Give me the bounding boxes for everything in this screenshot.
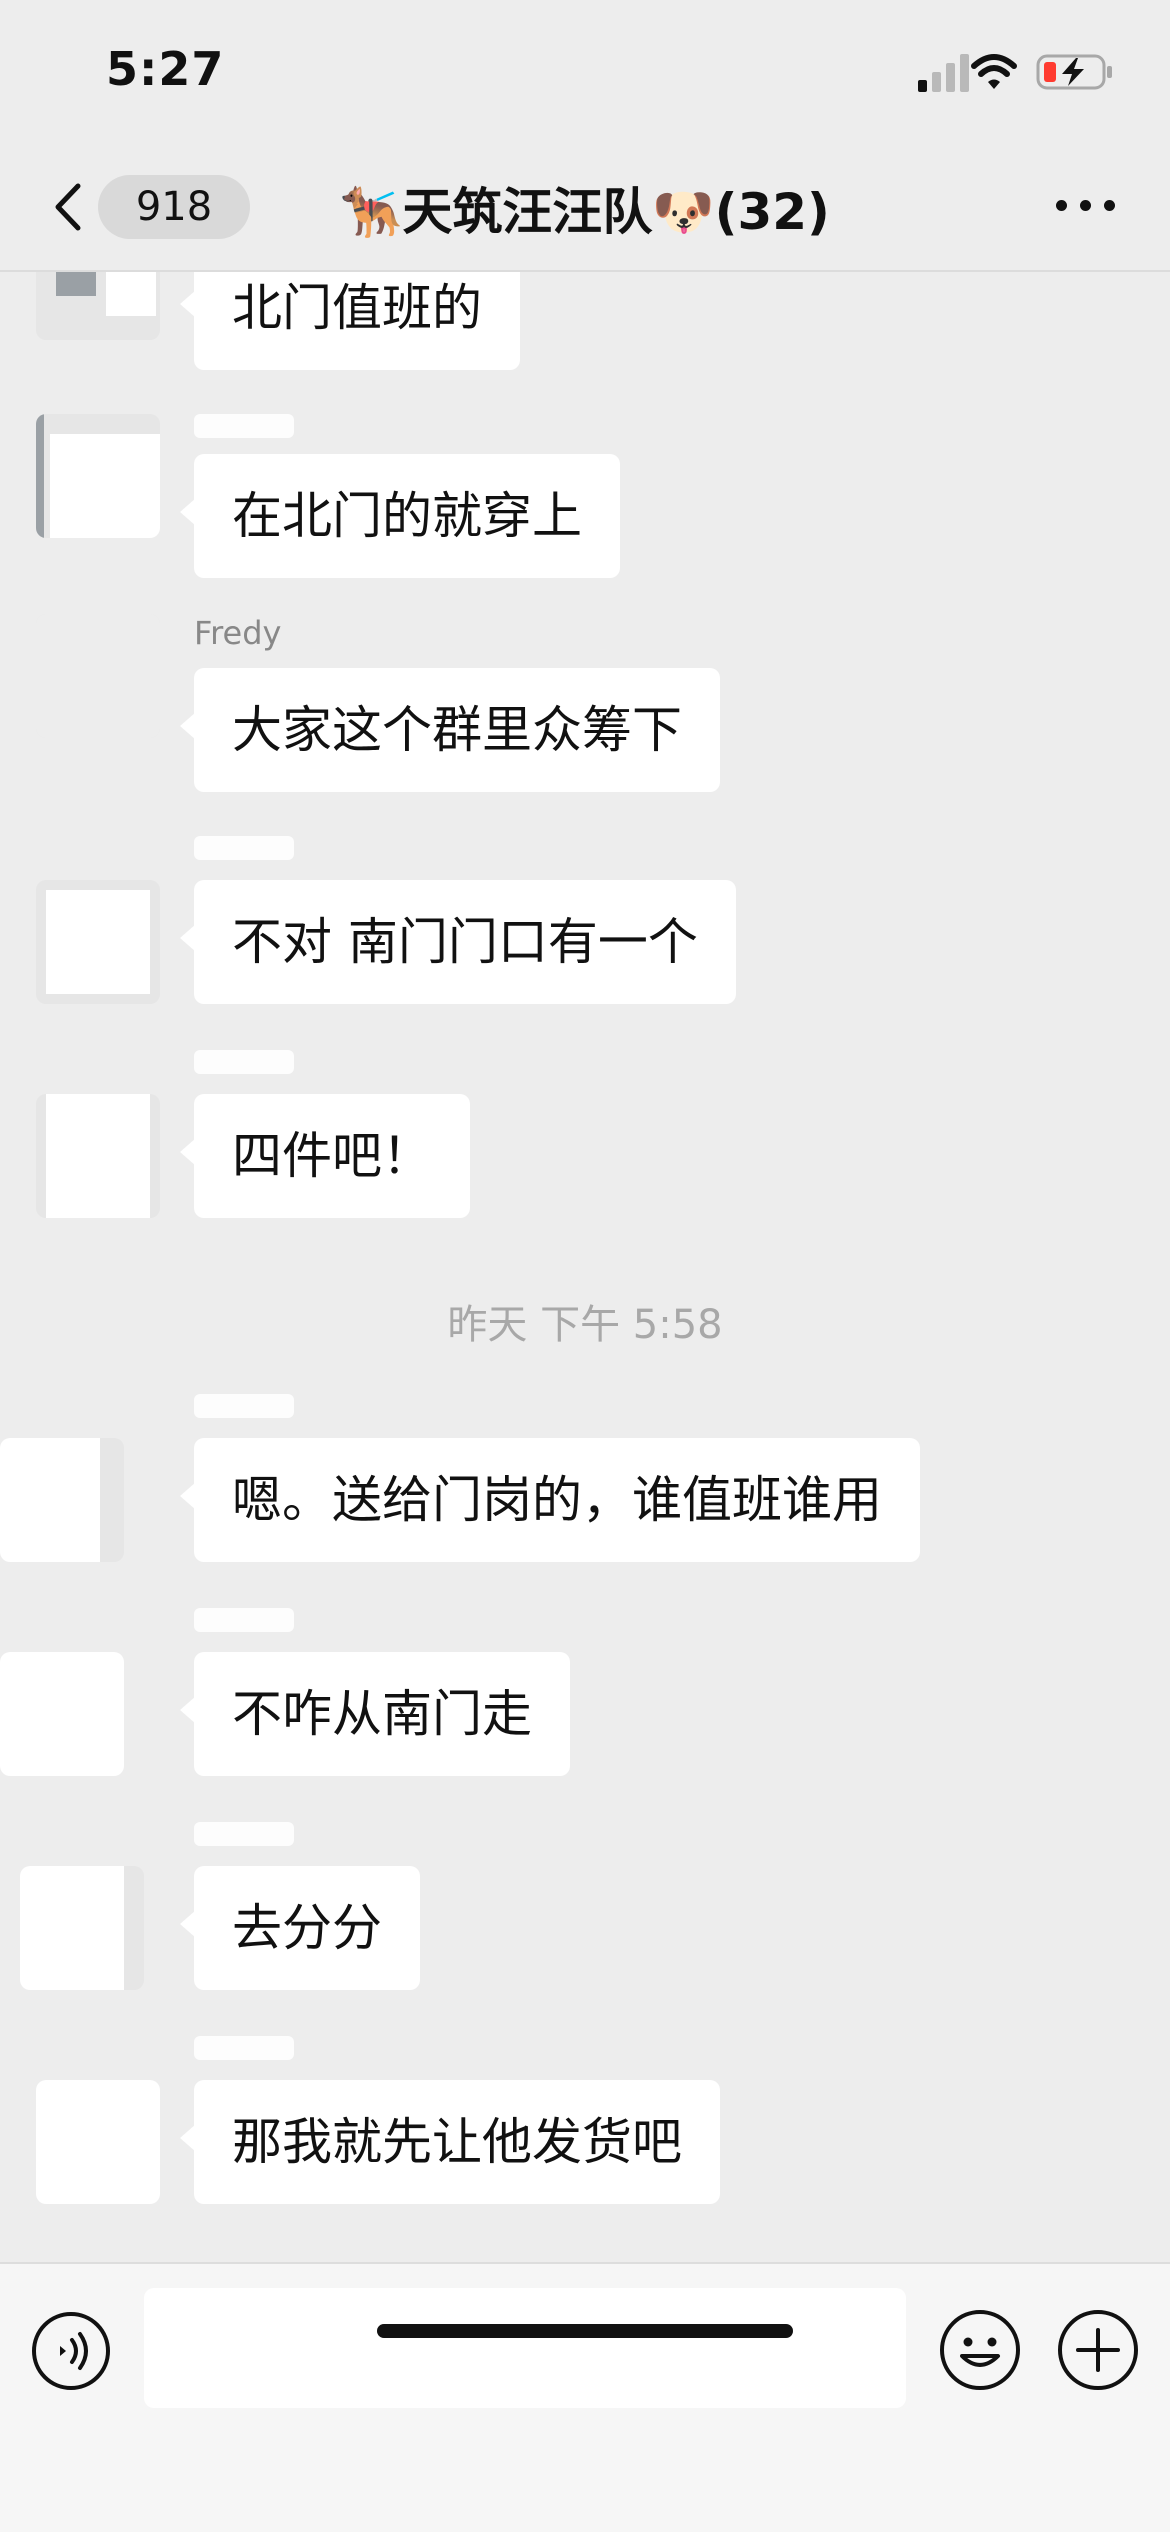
message-row: 嗯。送给门岗的，谁值班谁用 [0, 1384, 1170, 1564]
sender-name [194, 1608, 294, 1632]
ellipsis-icon [1080, 200, 1091, 211]
chat-title: 🐕‍🦺天筑汪汪队🐶(32) [340, 183, 830, 241]
message-row: 去分分 [0, 1812, 1170, 1992]
message-row: 不咋从南门走 [0, 1598, 1170, 1778]
home-indicator[interactable] [377, 2324, 793, 2338]
sender-name [194, 2036, 294, 2060]
message-bubble[interactable]: 在北门的就穿上 [180, 454, 620, 578]
ellipsis-icon [1104, 200, 1115, 211]
avatar[interactable] [20, 1866, 144, 1990]
ellipsis-icon [1056, 200, 1067, 211]
message-row: 北门值班的 [0, 272, 1170, 386]
input-bar [0, 2262, 1170, 2532]
message-row: 在北门的就穿上 [0, 414, 1170, 578]
avatar[interactable] [0, 1438, 124, 1562]
message-bubble[interactable]: 嗯。送给门岗的，谁值班谁用 [180, 1438, 920, 1562]
avatar[interactable] [36, 2080, 160, 2204]
smiley-icon[interactable] [938, 2308, 1022, 2392]
avatar[interactable] [36, 272, 160, 340]
status-time: 5:27 [106, 42, 225, 96]
message-bubble[interactable]: 不对 南门门口有一个 [180, 880, 736, 1004]
avatar[interactable] [36, 880, 160, 1004]
message-bubble[interactable]: 北门值班的 [180, 272, 520, 370]
battery-charging-icon [1036, 54, 1112, 90]
message-input[interactable] [144, 2288, 906, 2408]
message-list[interactable]: 北门值班的 在北门的就穿上 Fredy 大家这个群里众筹下 不对 南门门口有一个… [0, 272, 1170, 2260]
plus-icon[interactable] [1056, 2308, 1140, 2392]
status-bar: 5:27 [0, 0, 1170, 140]
wifi-icon [971, 54, 1017, 89]
avatar[interactable] [36, 414, 160, 538]
unread-count-badge: 918 [98, 175, 250, 239]
avatar[interactable] [0, 1652, 124, 1776]
chevron-left-icon [55, 183, 81, 231]
chat-screen: 5:27 [0, 0, 1170, 2532]
sender-name [194, 414, 294, 438]
time-separator: 昨天 下午 5:58 [447, 1302, 723, 1348]
back-button[interactable]: 918 [40, 170, 250, 244]
voice-icon[interactable] [30, 2310, 112, 2392]
message-bubble[interactable]: 大家这个群里众筹下 [180, 668, 720, 792]
message-row: 那我就先让他发货吧 [0, 2026, 1170, 2206]
nav-bar: 918 🐕‍🦺天筑汪汪队🐶(32) [0, 140, 1170, 272]
message-bubble[interactable]: 不咋从南门走 [180, 1652, 570, 1776]
message-row: 四件吧！ [0, 1040, 1170, 1220]
message-bubble[interactable]: 那我就先让他发货吧 [180, 2080, 720, 2204]
sender-name [194, 1050, 294, 1074]
more-button[interactable] [1050, 182, 1120, 228]
sender-name [194, 1822, 294, 1846]
message-row: Fredy 大家这个群里众筹下 [0, 614, 1170, 794]
avatar[interactable] [36, 1094, 160, 1218]
message-row: 不对 南门门口有一个 [0, 826, 1170, 1006]
sender-name: Fredy [194, 614, 282, 652]
avatar[interactable] [36, 614, 160, 738]
message-bubble[interactable]: 四件吧！ [180, 1094, 470, 1218]
sender-name [194, 1394, 294, 1418]
signal-icon [918, 54, 969, 92]
message-bubble[interactable]: 去分分 [180, 1866, 420, 1990]
sender-name [194, 836, 294, 860]
